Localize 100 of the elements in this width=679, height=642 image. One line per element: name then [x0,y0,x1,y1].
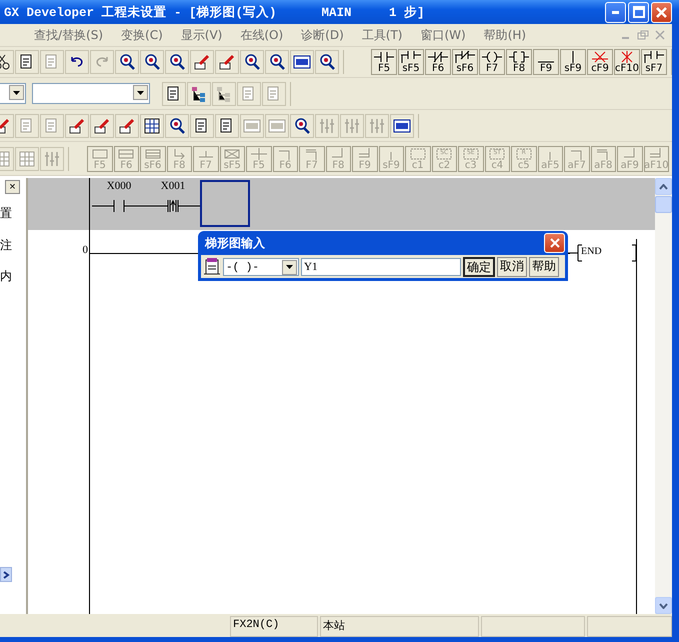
window-icon [243,116,261,134]
status-pane: FX2N(C) [230,616,318,637]
sliders-icon [368,116,386,134]
toolbar-button[interactable] [190,50,214,74]
dialog-button[interactable]: 帮助 [529,256,559,276]
toolbar-button[interactable] [165,114,189,138]
toolbar-button[interactable] [215,50,239,74]
line-icon [549,152,552,160]
ladder-key-button[interactable]: cF10 [614,49,640,75]
ladder-key-button[interactable]: sF5 [398,49,424,75]
sliders-icon [343,116,361,134]
pencil-icon [68,116,86,134]
toolbar-button[interactable] [290,114,314,138]
magnifier-icon [168,53,186,71]
ladder-key-button[interactable]: F5 [371,49,397,75]
contact-icon [374,51,394,63]
magnifier-icon [243,53,261,71]
end-instruction: END [581,246,602,257]
bracket-icon [509,51,529,63]
toolbar-button[interactable] [165,50,189,74]
box-icon [90,148,110,160]
toolbar-button[interactable] [65,50,89,74]
toolbar-button[interactable] [115,114,139,138]
toolbar-button[interactable] [162,82,186,106]
pencil-icon [118,116,136,134]
toolbar-button[interactable] [240,50,264,74]
arrow-icon [174,148,185,160]
dashed-box-icon [487,148,508,160]
dropdown-field[interactable] [32,83,150,104]
scroll-down-button[interactable] [655,597,672,614]
toolbar-button[interactable] [90,114,114,138]
project-tree-item[interactable]: 注 [0,237,12,254]
close-icon [656,6,667,18]
branch-contact-icon [644,51,664,63]
window-title: GX Developer 工程未设置 - [梯形图(写入) MAIN 1 步] [4,4,426,20]
toolbar-button[interactable] [315,50,339,74]
menu-item[interactable]: 窗口(W) [420,26,466,44]
magnifier-icon [293,116,311,134]
nc-contact-icon [428,51,448,63]
toolbar-button[interactable] [65,114,89,138]
menu-item[interactable]: 诊断(D) [301,26,344,44]
box-icon [116,148,136,160]
pencil-icon [193,53,211,71]
window-icon [393,116,411,134]
ladder-key-button[interactable]: sF7 [641,49,667,75]
scroll-thumb[interactable] [655,196,672,213]
menu-item[interactable]: 显示(V) [180,26,222,44]
tree-icon [190,84,208,102]
instruction-input[interactable]: Y1 [301,258,461,276]
window-icon [293,53,311,71]
dropdown-field[interactable] [0,83,26,104]
close-button[interactable] [544,233,565,253]
ladder-key-button[interactable]: F9 [533,49,559,75]
coil-icon [482,51,502,63]
line-icon [538,61,554,63]
maximize-button[interactable] [628,2,649,22]
menu-item[interactable]: 变换(C) [121,26,163,44]
ladder-key-button[interactable]: sF6 [452,49,478,75]
ladder-key-button[interactable]: cF9 [587,49,613,75]
project-tree-item[interactable]: 置 [0,205,12,222]
menu-item[interactable]: 工具(T) [362,26,402,44]
toolbar-button[interactable] [215,114,239,138]
magnifier-icon [318,53,336,71]
close-icon [548,237,560,249]
toolbar-button[interactable] [187,82,211,106]
close-button[interactable] [651,2,672,22]
menu-item[interactable]: 帮助(H) [484,26,526,44]
ladder-key-button[interactable]: sF9 [560,49,586,75]
close-button[interactable]: × [5,180,20,194]
dialog-button[interactable]: 确定 [463,256,495,276]
ladder-key-button[interactable]: F7 [479,49,505,75]
ladder-key-button[interactable]: F8 [506,49,532,75]
maximize-icon [632,6,644,18]
toolbar-button[interactable] [190,114,214,138]
toolbar-button[interactable] [390,114,414,138]
dashed-box-icon [408,148,428,160]
toolbar-button[interactable] [115,50,139,74]
document-icon[interactable] [203,258,221,276]
box-icon [222,148,242,160]
dashed-box-icon [514,148,534,160]
sliders-icon [318,116,336,134]
toolbar-button[interactable] [290,50,314,74]
menu-item[interactable]: 在线(O) [240,26,284,44]
box-icon [142,148,163,160]
scroll-up-button[interactable] [655,178,672,195]
toolbar-button[interactable] [140,50,164,74]
toolbar-button[interactable] [140,114,164,138]
menu-item[interactable]: 查找/替换(S) [34,26,104,44]
line-icon [572,51,574,63]
minimize-button[interactable] [605,2,626,22]
instruction-dropdown[interactable]: -( )- [223,258,299,276]
toolbar-button[interactable] [265,50,289,74]
magnifier-icon [118,53,136,71]
dialog-button[interactable]: 取消 [497,256,527,276]
pencil-icon [218,53,236,71]
dashed-box-icon [460,148,481,160]
toolbar-button[interactable] [15,50,39,74]
project-tree-item[interactable]: 内 [0,268,12,285]
scroll-right-button[interactable] [0,567,12,582]
ladder-key-button[interactable]: F6 [425,49,451,75]
